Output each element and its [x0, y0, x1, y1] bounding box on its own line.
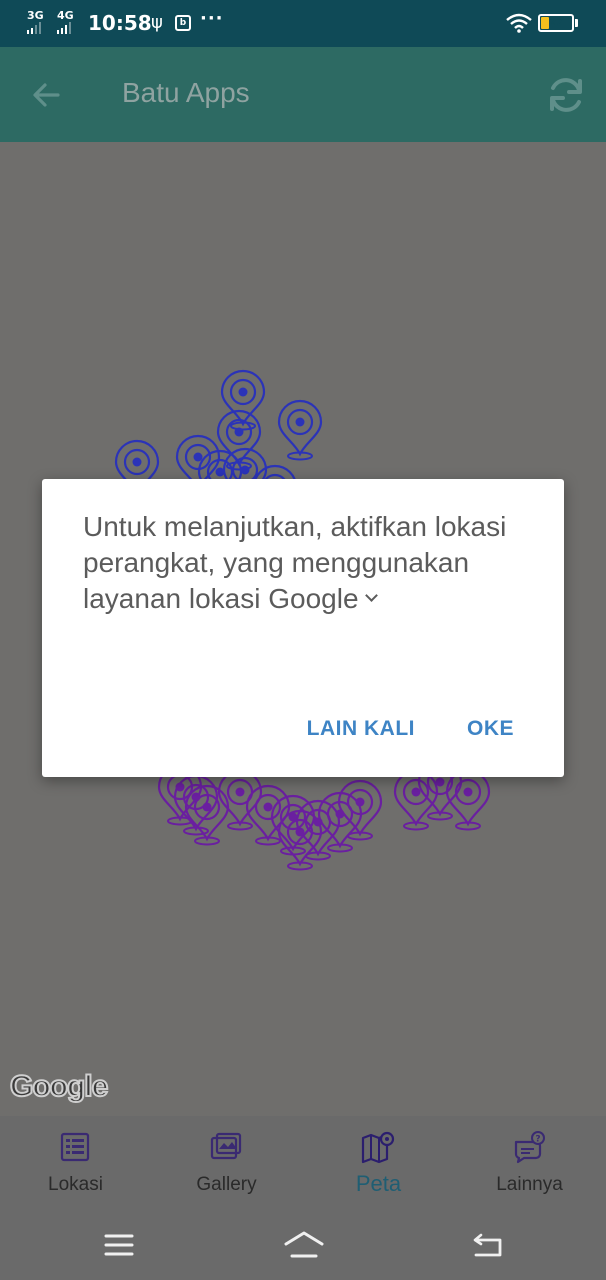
list-icon — [60, 1132, 90, 1162]
app-title: Batu Apps — [122, 77, 250, 108]
chevron-down-icon — [364, 588, 378, 602]
nav-label-lokasi: Lokasi — [48, 1174, 103, 1195]
battery-icon: 27 — [538, 14, 574, 32]
later-button[interactable]: LAIN KALI — [307, 717, 415, 741]
usb-icon: ψ — [151, 12, 163, 33]
nav-item-gallery[interactable]: Gallery — [151, 1116, 302, 1209]
location-permission-dialog: Untuk melanjutkan, aktifkan lokasi peran… — [42, 479, 564, 777]
nav-label-peta: Peta — [355, 1171, 402, 1196]
ok-button[interactable]: OKE — [467, 717, 514, 741]
battery-tip — [575, 19, 578, 27]
signal-3g-icon — [27, 22, 41, 34]
network-3g-label: 3G — [27, 9, 44, 22]
bottom-navigation: Lokasi Gallery Peta ? Lainnya — [0, 1116, 606, 1209]
google-expand-link[interactable]: Google — [268, 581, 378, 617]
chat-question-icon: ? — [514, 1131, 545, 1164]
nav-item-lainnya[interactable]: ? Lainnya — [454, 1116, 605, 1209]
arrow-left-icon[interactable] — [26, 75, 66, 115]
nav-item-lokasi[interactable]: Lokasi — [0, 1116, 151, 1209]
back-icon[interactable] — [467, 1227, 507, 1263]
home-icon[interactable] — [283, 1227, 325, 1263]
google-logo: Google — [9, 1069, 109, 1104]
app-bar: Batu Apps — [0, 47, 606, 142]
system-navigation-bar — [0, 1209, 606, 1280]
more-notifications-icon: ··· — [200, 8, 224, 29]
nav-item-peta[interactable]: Peta — [303, 1116, 454, 1209]
network-4g-label: 4G — [57, 9, 74, 22]
map-marker-icon[interactable] — [277, 399, 323, 461]
map-icon — [361, 1131, 395, 1164]
dialog-link-label: Google — [268, 583, 359, 614]
notification-icon: b — [175, 15, 191, 31]
nav-label-gallery: Gallery — [196, 1174, 257, 1195]
wifi-icon — [506, 13, 532, 33]
dialog-actions: LAIN KALI OKE — [307, 717, 514, 741]
refresh-icon[interactable] — [544, 73, 588, 117]
battery-percent: 27 — [549, 17, 563, 28]
status-bar: 3G 4G 10:58 ψ b ··· 27 — [0, 0, 606, 47]
signal-4g-icon — [57, 22, 71, 34]
gallery-icon — [210, 1132, 242, 1160]
map-marker-icon[interactable] — [445, 769, 491, 831]
menu-icon[interactable] — [99, 1227, 139, 1263]
clock: 10:58 — [88, 11, 152, 35]
svg-text:?: ? — [535, 1135, 540, 1145]
dialog-message: Untuk melanjutkan, aktifkan lokasi peran… — [83, 509, 523, 617]
nav-label-lainnya: Lainnya — [496, 1174, 563, 1195]
